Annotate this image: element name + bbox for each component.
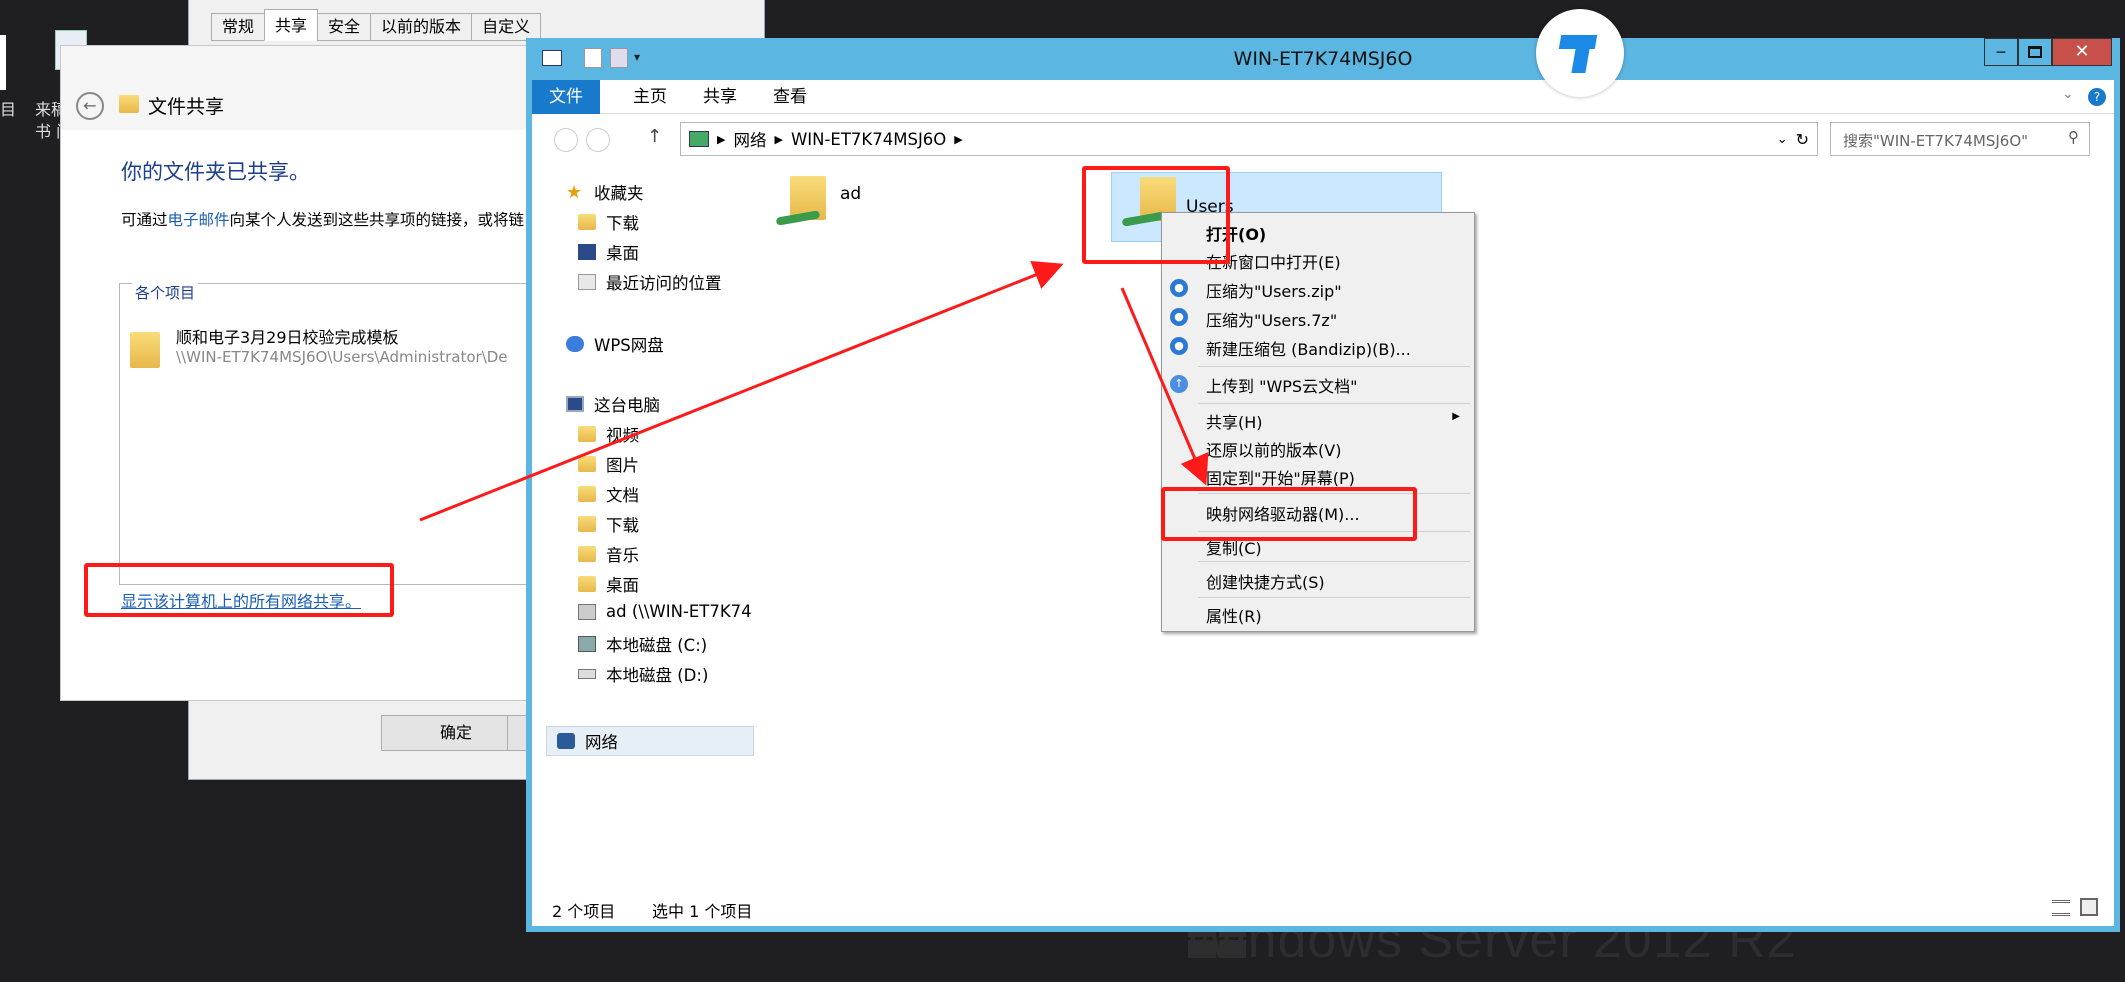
annotation-arrow (1120, 287, 1209, 486)
annotation-arrow (419, 260, 1064, 522)
annotation-arrows (419, 260, 1209, 522)
